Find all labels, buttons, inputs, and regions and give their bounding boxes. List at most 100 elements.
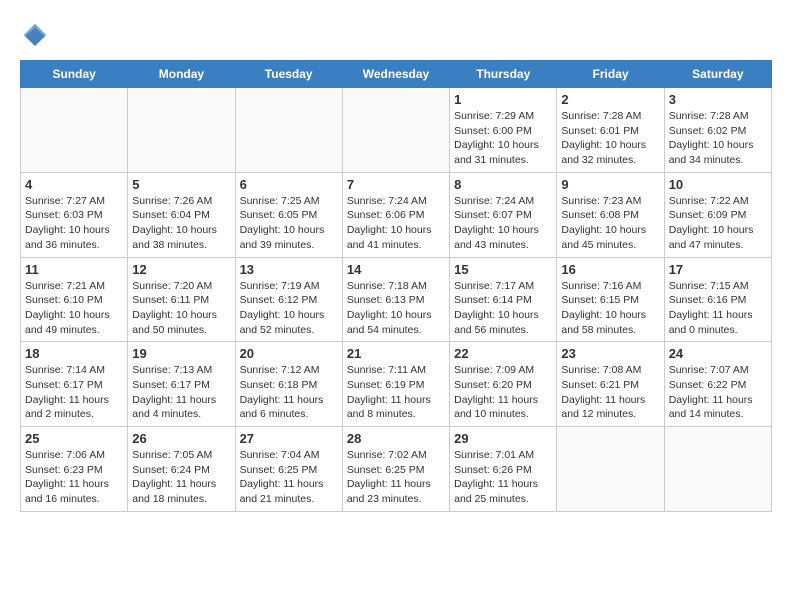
- day-number: 12: [132, 262, 230, 277]
- day-info: Sunrise: 7:05 AM Sunset: 6:24 PM Dayligh…: [132, 448, 230, 507]
- column-header-tuesday: Tuesday: [235, 61, 342, 88]
- day-cell: 23 Sunrise: 7:08 AM Sunset: 6:21 PM Dayli…: [557, 342, 664, 427]
- day-cell: 28 Sunrise: 7:02 AM Sunset: 6:25 PM Dayli…: [342, 427, 449, 512]
- day-info: Sunrise: 7:13 AM Sunset: 6:17 PM Dayligh…: [132, 363, 230, 422]
- day-number: 7: [347, 177, 445, 192]
- day-cell: 5 Sunrise: 7:26 AM Sunset: 6:04 PM Daylig…: [128, 172, 235, 257]
- day-info: Sunrise: 7:16 AM Sunset: 6:15 PM Dayligh…: [561, 279, 659, 338]
- logo: [20, 20, 54, 50]
- day-number: 18: [25, 346, 123, 361]
- day-info: Sunrise: 7:28 AM Sunset: 6:01 PM Dayligh…: [561, 109, 659, 168]
- day-info: Sunrise: 7:29 AM Sunset: 6:00 PM Dayligh…: [454, 109, 552, 168]
- day-number: 23: [561, 346, 659, 361]
- column-header-saturday: Saturday: [664, 61, 771, 88]
- day-number: 5: [132, 177, 230, 192]
- week-row-2: 4 Sunrise: 7:27 AM Sunset: 6:03 PM Daylig…: [21, 172, 772, 257]
- column-header-wednesday: Wednesday: [342, 61, 449, 88]
- day-number: 15: [454, 262, 552, 277]
- day-cell: [128, 88, 235, 173]
- day-info: Sunrise: 7:22 AM Sunset: 6:09 PM Dayligh…: [669, 194, 767, 253]
- column-header-sunday: Sunday: [21, 61, 128, 88]
- day-cell: 24 Sunrise: 7:07 AM Sunset: 6:22 PM Dayli…: [664, 342, 771, 427]
- day-cell: 11 Sunrise: 7:21 AM Sunset: 6:10 PM Dayli…: [21, 257, 128, 342]
- day-info: Sunrise: 7:18 AM Sunset: 6:13 PM Dayligh…: [347, 279, 445, 338]
- day-info: Sunrise: 7:17 AM Sunset: 6:14 PM Dayligh…: [454, 279, 552, 338]
- day-info: Sunrise: 7:04 AM Sunset: 6:25 PM Dayligh…: [240, 448, 338, 507]
- day-number: 11: [25, 262, 123, 277]
- day-info: Sunrise: 7:19 AM Sunset: 6:12 PM Dayligh…: [240, 279, 338, 338]
- day-cell: 13Sunrise: 7:19 AM Sunset: 6:12 PM Dayli…: [235, 257, 342, 342]
- day-cell: 12 Sunrise: 7:20 AM Sunset: 6:11 PM Dayli…: [128, 257, 235, 342]
- week-row-4: 18 Sunrise: 7:14 AM Sunset: 6:17 PM Dayli…: [21, 342, 772, 427]
- day-number: 26: [132, 431, 230, 446]
- day-cell: 17 Sunrise: 7:15 AM Sunset: 6:16 PM Dayli…: [664, 257, 771, 342]
- day-number: 25: [25, 431, 123, 446]
- day-info: Sunrise: 7:28 AM Sunset: 6:02 PM Dayligh…: [669, 109, 767, 168]
- day-info: Sunrise: 7:01 AM Sunset: 6:26 PM Dayligh…: [454, 448, 552, 507]
- day-number: 17: [669, 262, 767, 277]
- day-cell: 22 Sunrise: 7:09 AM Sunset: 6:20 PM Dayli…: [450, 342, 557, 427]
- day-number: 2: [561, 92, 659, 107]
- day-info: Sunrise: 7:26 AM Sunset: 6:04 PM Dayligh…: [132, 194, 230, 253]
- day-number: 21: [347, 346, 445, 361]
- day-cell: 4 Sunrise: 7:27 AM Sunset: 6:03 PM Daylig…: [21, 172, 128, 257]
- day-cell: 10 Sunrise: 7:22 AM Sunset: 6:09 PM Dayli…: [664, 172, 771, 257]
- day-info: Sunrise: 7:09 AM Sunset: 6:20 PM Dayligh…: [454, 363, 552, 422]
- day-info: Sunrise: 7:12 AM Sunset: 6:18 PM Dayligh…: [240, 363, 338, 422]
- day-number: 19: [132, 346, 230, 361]
- week-row-3: 11 Sunrise: 7:21 AM Sunset: 6:10 PM Dayli…: [21, 257, 772, 342]
- day-number: 9: [561, 177, 659, 192]
- day-number: 27: [240, 431, 338, 446]
- day-cell: 2 Sunrise: 7:28 AM Sunset: 6:01 PM Daylig…: [557, 88, 664, 173]
- day-cell: 8Sunrise: 7:24 AM Sunset: 6:07 PM Daylig…: [450, 172, 557, 257]
- day-number: 16: [561, 262, 659, 277]
- day-number: 22: [454, 346, 552, 361]
- week-row-1: 1 Sunrise: 7:29 AM Sunset: 6:00 PM Daylig…: [21, 88, 772, 173]
- day-info: Sunrise: 7:15 AM Sunset: 6:16 PM Dayligh…: [669, 279, 767, 338]
- day-info: Sunrise: 7:24 AM Sunset: 6:07 PM Dayligh…: [454, 194, 552, 253]
- day-cell: 25 Sunrise: 7:06 AM Sunset: 6:23 PM Dayli…: [21, 427, 128, 512]
- logo-icon: [20, 20, 50, 50]
- day-cell: [21, 88, 128, 173]
- day-cell: 26 Sunrise: 7:05 AM Sunset: 6:24 PM Dayli…: [128, 427, 235, 512]
- day-number: 29: [454, 431, 552, 446]
- day-cell: [557, 427, 664, 512]
- day-cell: [664, 427, 771, 512]
- day-cell: 9 Sunrise: 7:23 AM Sunset: 6:08 PM Daylig…: [557, 172, 664, 257]
- day-cell: 15 Sunrise: 7:17 AM Sunset: 6:14 PM Dayli…: [450, 257, 557, 342]
- day-cell: 18 Sunrise: 7:14 AM Sunset: 6:17 PM Dayli…: [21, 342, 128, 427]
- day-info: Sunrise: 7:07 AM Sunset: 6:22 PM Dayligh…: [669, 363, 767, 422]
- day-cell: 7 Sunrise: 7:24 AM Sunset: 6:06 PM Daylig…: [342, 172, 449, 257]
- day-info: Sunrise: 7:27 AM Sunset: 6:03 PM Dayligh…: [25, 194, 123, 253]
- day-info: Sunrise: 7:02 AM Sunset: 6:25 PM Dayligh…: [347, 448, 445, 507]
- column-header-monday: Monday: [128, 61, 235, 88]
- day-cell: 29 Sunrise: 7:01 AM Sunset: 6:26 PM Dayli…: [450, 427, 557, 512]
- day-cell: [342, 88, 449, 173]
- day-info: Sunrise: 7:06 AM Sunset: 6:23 PM Dayligh…: [25, 448, 123, 507]
- day-info: Sunrise: 7:23 AM Sunset: 6:08 PM Dayligh…: [561, 194, 659, 253]
- day-number: 10: [669, 177, 767, 192]
- day-number: 28: [347, 431, 445, 446]
- day-cell: 16 Sunrise: 7:16 AM Sunset: 6:15 PM Dayli…: [557, 257, 664, 342]
- day-info: Sunrise: 7:08 AM Sunset: 6:21 PM Dayligh…: [561, 363, 659, 422]
- day-number: 3: [669, 92, 767, 107]
- day-cell: 21 Sunrise: 7:11 AM Sunset: 6:19 PM Dayli…: [342, 342, 449, 427]
- header: [20, 20, 772, 50]
- day-info: Sunrise: 7:25 AM Sunset: 6:05 PM Dayligh…: [240, 194, 338, 253]
- day-cell: [235, 88, 342, 173]
- day-number: 24: [669, 346, 767, 361]
- day-info: Sunrise: 7:20 AM Sunset: 6:11 PM Dayligh…: [132, 279, 230, 338]
- day-info: Sunrise: 7:24 AM Sunset: 6:06 PM Dayligh…: [347, 194, 445, 253]
- column-header-thursday: Thursday: [450, 61, 557, 88]
- calendar-table: SundayMondayTuesdayWednesdayThursdayFrid…: [20, 60, 772, 512]
- header-row: SundayMondayTuesdayWednesdayThursdayFrid…: [21, 61, 772, 88]
- day-number: 1: [454, 92, 552, 107]
- day-cell: 20 Sunrise: 7:12 AM Sunset: 6:18 PM Dayli…: [235, 342, 342, 427]
- day-info: Sunrise: 7:14 AM Sunset: 6:17 PM Dayligh…: [25, 363, 123, 422]
- day-info: Sunrise: 7:21 AM Sunset: 6:10 PM Dayligh…: [25, 279, 123, 338]
- day-number: 4: [25, 177, 123, 192]
- day-number: 6: [240, 177, 338, 192]
- day-info: Sunrise: 7:11 AM Sunset: 6:19 PM Dayligh…: [347, 363, 445, 422]
- day-cell: 19 Sunrise: 7:13 AM Sunset: 6:17 PM Dayli…: [128, 342, 235, 427]
- day-number: 20: [240, 346, 338, 361]
